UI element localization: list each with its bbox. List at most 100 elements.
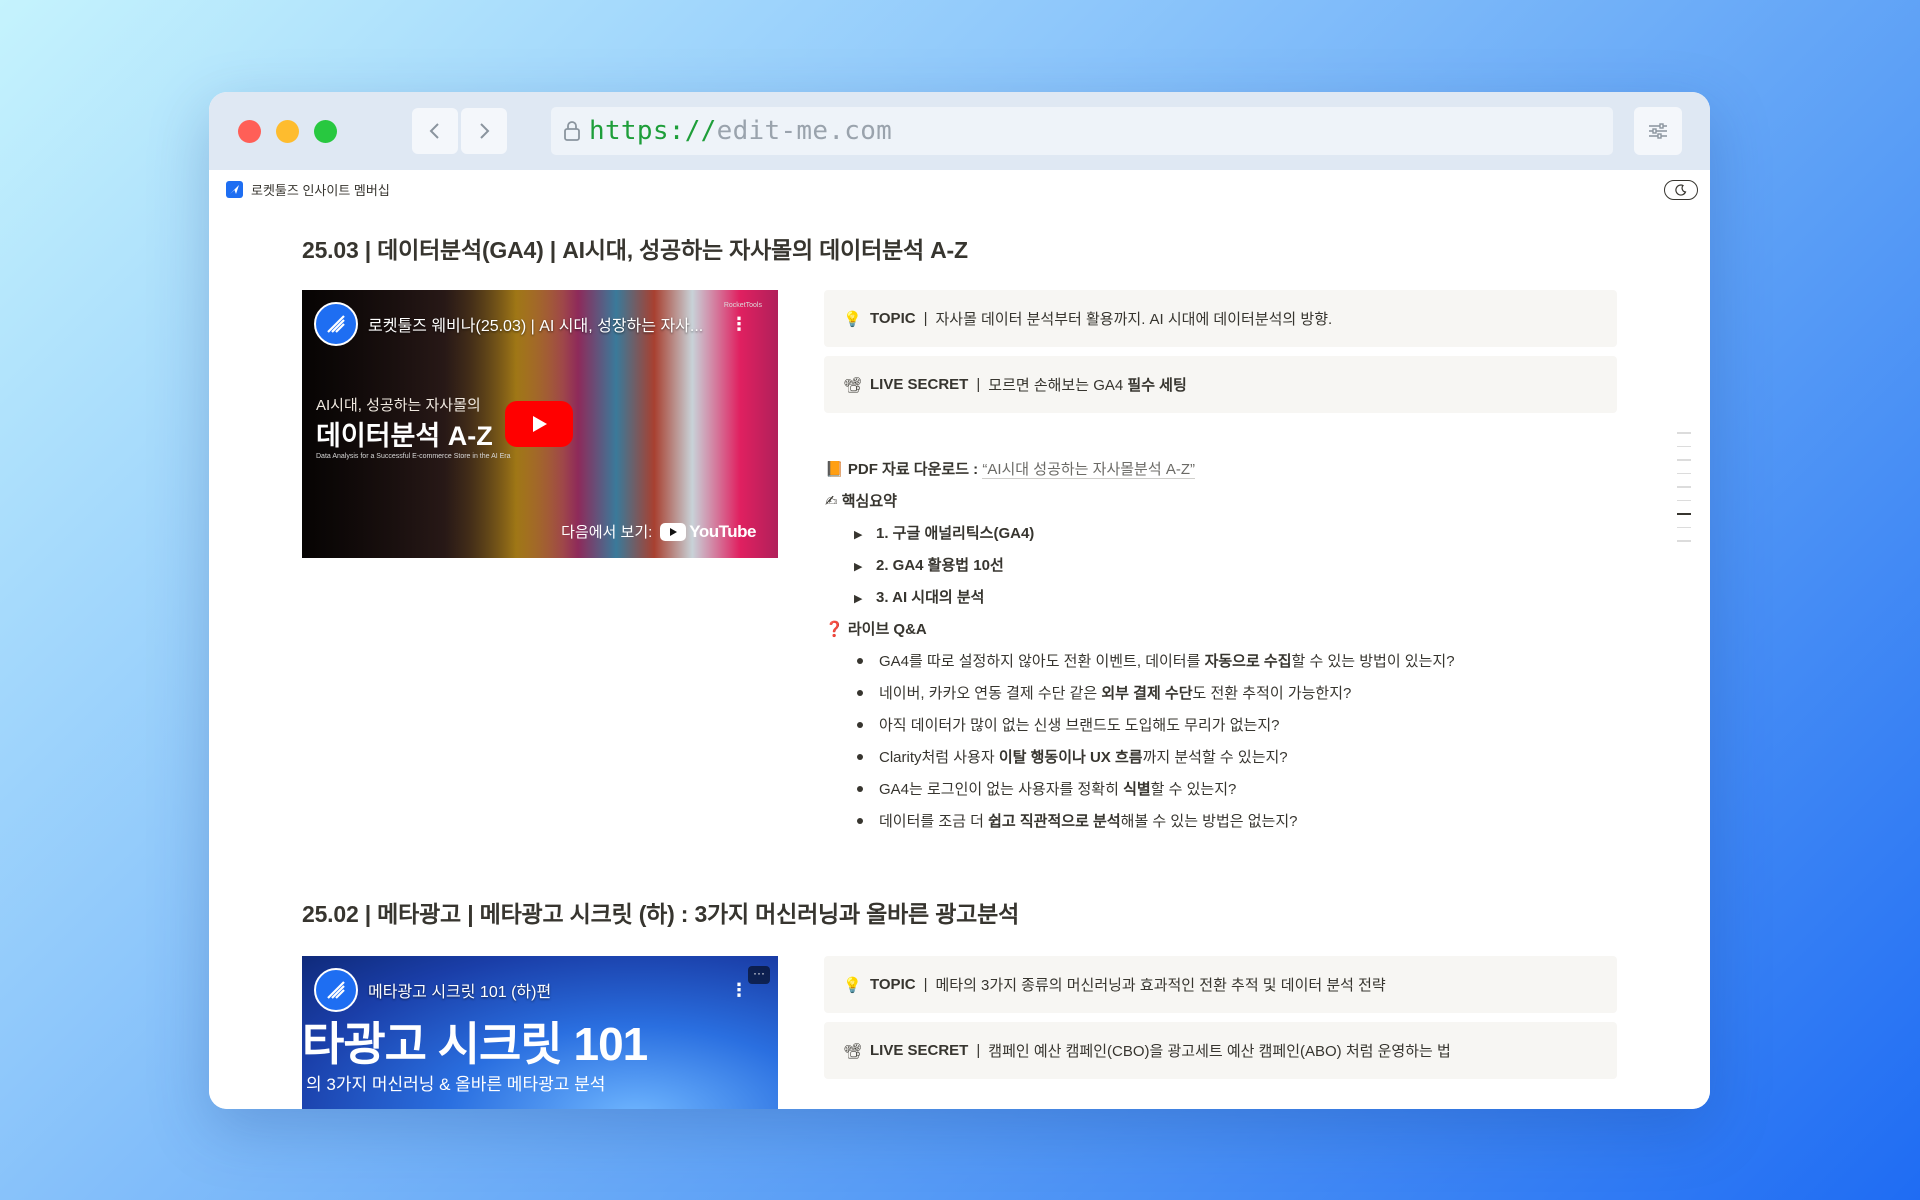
bullet [857, 717, 879, 734]
watch-on-youtube[interactable]: 다음에서 보기: YouTube [561, 521, 756, 542]
qa-item: GA4는 로그인이 없는 사용자를 정확히 식별할 수 있는지? [857, 778, 1236, 799]
qa-item: GA4를 따로 설정하지 않아도 전환 이벤트, 데이터를 자동으로 수집할 수… [857, 650, 1455, 671]
toc-item[interactable] [1677, 499, 1691, 501]
bullet [857, 813, 879, 830]
toc-item-active[interactable] [1677, 513, 1691, 515]
qa-text: 네이버, 카카오 연동 결제 수단 같은 [879, 685, 1102, 702]
toggle-item[interactable]: ▶ 1. 구글 애널리틱스(GA4) [854, 522, 1034, 543]
channel-avatar[interactable] [314, 968, 358, 1012]
toggle-triangle-icon[interactable]: ▶ [854, 560, 876, 573]
toc-item[interactable] [1677, 432, 1691, 434]
book-icon: 📙 [825, 461, 844, 478]
moon-icon [1675, 184, 1687, 196]
bullet [857, 781, 879, 798]
page-content: 로켓툴즈 인사이트 멤버십 25.03 | 데이터분석(GA4) | AI시대,… [209, 170, 1710, 1109]
qa-bold: 자동으로 수집 [1204, 653, 1292, 670]
video-title[interactable]: 로켓툴즈 웨비나(25.03) | AI 시대, 성장하는 자사... [368, 312, 703, 336]
live-secret-callout: 📽 LIVE SECRET | 캠페인 예산 캠페인(CBO)을 광고세트 예산… [824, 1022, 1617, 1079]
film-projector-icon: 📽 [843, 376, 863, 394]
video-headline: 데이터분석 A-Z [316, 421, 493, 451]
table-of-contents[interactable] [1677, 432, 1691, 554]
video-subtitle: AI시대, 성공하는 자사몰의 [316, 397, 481, 414]
youtube-play-icon [660, 522, 687, 541]
video-menu-button[interactable]: ··· [748, 966, 770, 984]
toggle-triangle-icon[interactable]: ▶ [854, 528, 876, 541]
video-title[interactable]: 메타광고 시크릿 101 (하)편 [368, 978, 551, 1002]
rocket-logo-icon [226, 181, 243, 198]
toc-item[interactable] [1677, 459, 1691, 461]
close-window-button[interactable] [238, 120, 261, 143]
toc-item[interactable] [1677, 472, 1691, 474]
youtube-logo: YouTube [660, 522, 756, 542]
topic-text: 메타의 3가지 종류의 머신러닝과 효과적인 전환 추적 및 데이터 분석 전략 [935, 977, 1386, 994]
section-title: 25.02 | 메타광고 | 메타광고 시크릿 (하) : 3가지 머신러닝과 … [302, 901, 1020, 927]
toggle-label: 2. GA4 활용법 10선 [876, 557, 1004, 574]
address-bar[interactable]: https://edit-me.com [551, 107, 1613, 155]
url-scheme: https:// [589, 116, 717, 146]
settings-button[interactable] [1634, 107, 1682, 155]
topic-key: TOPIC [870, 310, 916, 327]
back-button[interactable] [412, 108, 458, 154]
play-icon [533, 416, 547, 432]
qa-text: GA4는 로그인이 없는 사용자를 정확히 [879, 781, 1124, 798]
separator: | [976, 1042, 981, 1059]
toc-item[interactable] [1677, 526, 1691, 528]
lightbulb-icon: 💡 [843, 310, 862, 328]
play-button[interactable] [505, 401, 573, 447]
video-embed[interactable]: 로켓툴즈 웨비나(25.03) | AI 시대, 성장하는 자사... Rock… [302, 290, 778, 558]
video-tagline: Data Analysis for a Successful E-commerc… [316, 453, 511, 460]
video-header: 메타광고 시크릿 101 (하)편 [314, 968, 551, 1012]
topic-callout: 💡 TOPIC | 메타의 3가지 종류의 머신러닝과 효과적인 전환 추적 및… [824, 956, 1617, 1013]
browser-toolbar: https://edit-me.com [209, 92, 1710, 170]
qa-text: 도 전환 추적이 가능한지? [1192, 685, 1352, 702]
lock-icon [561, 118, 583, 144]
toc-item[interactable] [1677, 486, 1691, 488]
live-secret-text: 모르면 손해보는 GA4 [988, 377, 1128, 394]
qa-text: Clarity처럼 사용자 [879, 749, 999, 766]
url-host: edit-me.com [716, 116, 893, 146]
site-brand-name: 로켓툴즈 인사이트 멤버십 [251, 183, 390, 198]
minimize-window-button[interactable] [276, 120, 299, 143]
topic-callout: 💡 TOPIC | 자사몰 데이터 분석부터 활용까지. AI 시대에 데이터분… [824, 290, 1617, 347]
channel-logo-icon [327, 315, 345, 333]
channel-avatar[interactable] [314, 302, 358, 346]
live-secret-bold: 필수 세팅 [1127, 377, 1187, 394]
channel-logo-icon [327, 981, 345, 999]
forward-button[interactable] [461, 108, 507, 154]
maximize-window-button[interactable] [314, 120, 337, 143]
qa-item: Clarity처럼 사용자 이탈 행동이나 UX 흐름까지 분석할 수 있는지? [857, 746, 1288, 767]
summary-heading: ✍ 핵심요약 [825, 490, 897, 511]
qa-text: 데이터를 조금 더 [879, 813, 989, 830]
sliders-icon [1649, 123, 1667, 139]
more-options-icon[interactable]: ⋮ [730, 314, 748, 335]
qa-text: 할 수 있는 방법이 있는지? [1291, 653, 1455, 670]
site-brand[interactable]: 로켓툴즈 인사이트 멤버십 [226, 180, 390, 199]
youtube-wordmark: YouTube [689, 521, 756, 541]
toc-item[interactable] [1677, 540, 1691, 542]
pdf-link[interactable]: “AI시대 성공하는 자사몰분석 A-Z” [982, 461, 1195, 479]
qa-item: 아직 데이터가 많이 없는 신생 브랜드도 도입해도 무리가 없는지? [857, 714, 1280, 735]
toggle-item[interactable]: ▶ 2. GA4 활용법 10선 [854, 554, 1004, 575]
video-embed[interactable]: 메타광고 시크릿 101 (하)편 ⋮ ··· 타광고 시크릿 101 의 3가… [302, 956, 778, 1109]
qa-text: 까지 분석할 수 있는지? [1142, 749, 1288, 766]
toggle-triangle-icon[interactable]: ▶ [854, 592, 876, 605]
toc-item[interactable] [1677, 445, 1691, 447]
dark-mode-toggle[interactable] [1664, 180, 1698, 200]
watch-on-label: 다음에서 보기: [561, 524, 653, 541]
question-mark-icon: ❓ [825, 621, 844, 638]
section-title: 25.03 | 데이터분석(GA4) | AI시대, 성공하는 자사몰의 데이터… [302, 237, 968, 263]
live-secret-key: LIVE SECRET [870, 376, 969, 393]
bullet [857, 653, 879, 670]
topic-key: TOPIC [870, 976, 916, 993]
qa-text: 해볼 수 있는 방법은 없는지? [1120, 813, 1298, 830]
live-secret-callout: 📽 LIVE SECRET | 모르면 손해보는 GA4 필수 세팅 [824, 356, 1617, 413]
qa-text: 아직 데이터가 많이 없는 신생 브랜드도 도입해도 무리가 없는지? [879, 717, 1280, 734]
separator: | [976, 376, 981, 393]
toggle-label: 3. AI 시대의 분석 [876, 589, 985, 606]
live-secret-text: 캠페인 예산 캠페인(CBO)을 광고세트 예산 캠페인(ABO) 처럼 운영하… [988, 1043, 1451, 1060]
pdf-download: 📙 PDF 자료 다운로드 : “AI시대 성공하는 자사몰분석 A-Z” [825, 458, 1195, 479]
more-options-icon[interactable]: ⋮ [730, 980, 748, 1001]
toggle-item[interactable]: ▶ 3. AI 시대의 분석 [854, 586, 984, 607]
qa-bold: 외부 결제 수단 [1101, 685, 1193, 702]
qa-label: 라이브 Q&A [847, 621, 927, 638]
